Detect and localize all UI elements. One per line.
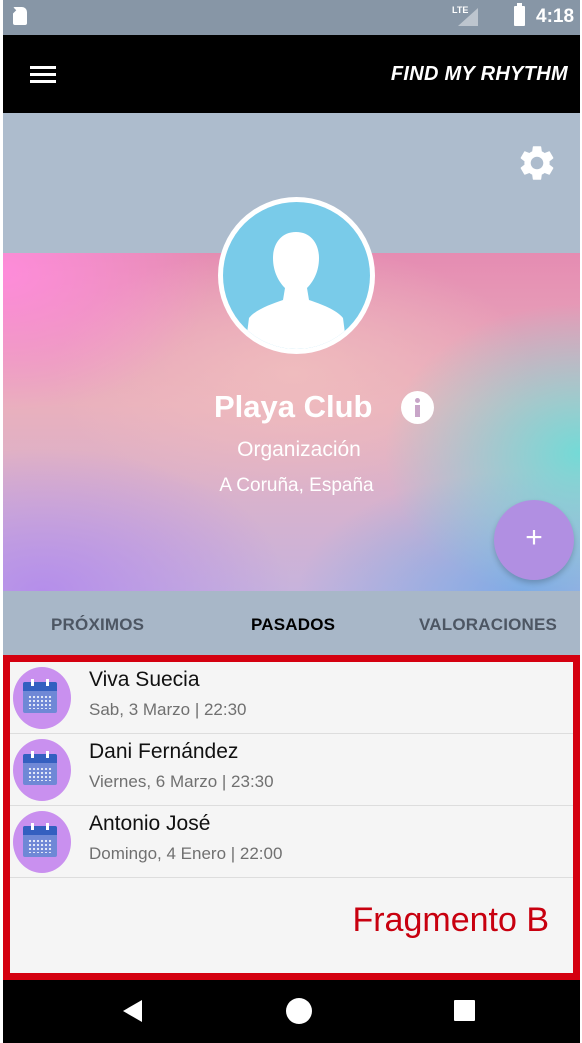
list-item[interactable]: Antonio José Domingo, 4 Enero | 22:00 bbox=[10, 806, 573, 878]
menu-icon[interactable] bbox=[30, 66, 56, 84]
profile-type: Organización bbox=[237, 438, 361, 461]
list-item[interactable]: Dani Fernández Viernes, 6 Marzo | 23:30 bbox=[10, 734, 573, 806]
event-avatar bbox=[13, 739, 71, 801]
calendar-icon bbox=[23, 679, 57, 713]
recents-icon[interactable] bbox=[454, 1000, 475, 1021]
list-item[interactable]: Viva Suecia Sab, 3 Marzo | 22:30 bbox=[10, 662, 573, 734]
event-avatar bbox=[13, 667, 71, 729]
nav-bar bbox=[3, 980, 580, 1043]
event-date: Viernes, 6 Marzo | 23:30 bbox=[89, 772, 274, 791]
event-date: Sab, 3 Marzo | 22:30 bbox=[89, 700, 247, 719]
phone-screen: LTE 4:18 FIND MY RHYTHM Playa Club Organ… bbox=[3, 0, 580, 1043]
add-button[interactable]: + bbox=[494, 500, 574, 580]
profile-location: A Coruña, España bbox=[219, 475, 374, 496]
signal-icon bbox=[458, 8, 478, 26]
status-time: 4:18 bbox=[536, 6, 575, 27]
person-silhouette-icon bbox=[245, 232, 347, 349]
tab-proximos[interactable]: PRÓXIMOS bbox=[51, 615, 144, 635]
fragment-b: Viva Suecia Sab, 3 Marzo | 22:30 Dani Fe… bbox=[3, 655, 580, 980]
calendar-icon bbox=[23, 751, 57, 785]
event-avatar bbox=[13, 811, 71, 873]
info-icon[interactable] bbox=[401, 391, 434, 424]
home-icon[interactable] bbox=[286, 998, 312, 1024]
plus-icon: + bbox=[525, 521, 543, 554]
app-title: FIND MY RHYTHM bbox=[390, 63, 568, 85]
calendar-icon bbox=[23, 823, 57, 857]
event-title: Dani Fernández bbox=[89, 740, 239, 763]
sd-card-icon bbox=[13, 7, 27, 25]
event-date: Domingo, 4 Enero | 22:00 bbox=[89, 844, 283, 863]
event-title: Antonio José bbox=[89, 812, 211, 835]
profile-name: Playa Club bbox=[214, 389, 373, 424]
status-bar: LTE 4:18 bbox=[3, 0, 580, 35]
fragment-label: Fragmento B bbox=[352, 901, 549, 939]
app-bar: FIND MY RHYTHM bbox=[3, 35, 580, 113]
tab-valoraciones[interactable]: VALORACIONES bbox=[419, 615, 557, 635]
avatar[interactable] bbox=[218, 197, 375, 354]
battery-icon bbox=[514, 3, 525, 26]
gear-icon[interactable] bbox=[516, 142, 558, 184]
event-title: Viva Suecia bbox=[89, 668, 200, 691]
profile-header: Playa Club Organización A Coruña, España… bbox=[3, 113, 580, 591]
tab-pasados[interactable]: PASADOS bbox=[251, 615, 335, 635]
tab-bar: PRÓXIMOS PASADOS VALORACIONES bbox=[3, 591, 580, 655]
back-icon[interactable] bbox=[123, 1000, 142, 1022]
